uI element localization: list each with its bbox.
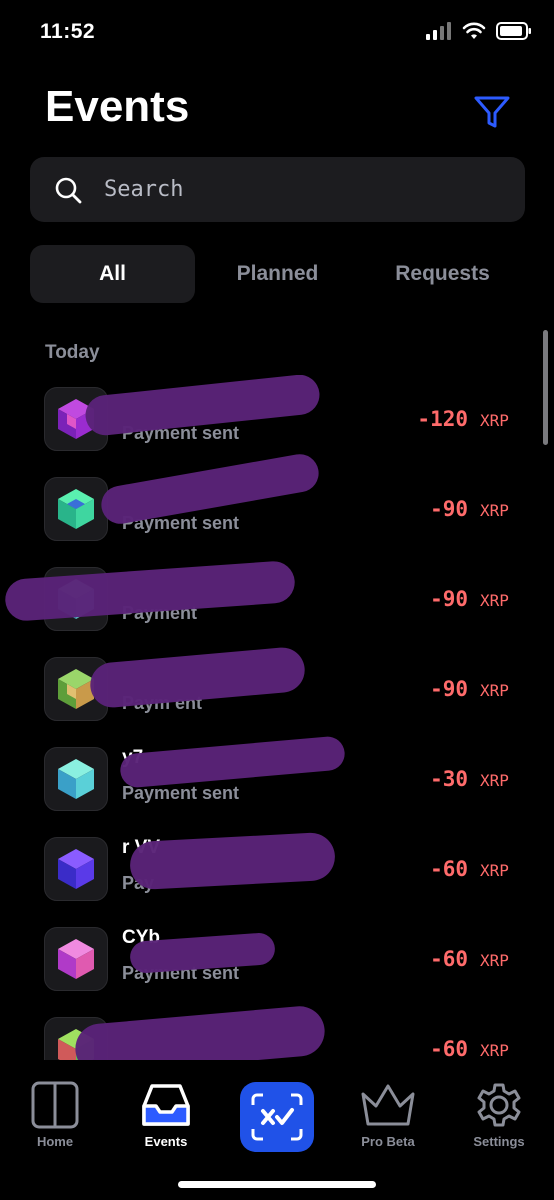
- search-input[interactable]: Search: [30, 157, 525, 222]
- list-item[interactable]: CYb Payment sent -60 XRP: [0, 915, 554, 1005]
- avatar: [44, 837, 108, 901]
- event-list[interactable]: Payment sent -120 XRP Payment sent -90 X…: [0, 375, 554, 1060]
- nav-events-label: Events: [144, 1134, 188, 1149]
- event-tabs: All Planned Requests: [30, 245, 525, 303]
- nav-settings-label: Settings: [473, 1134, 525, 1149]
- battery-icon: [496, 22, 531, 40]
- scan-button[interactable]: [240, 1082, 314, 1152]
- crown-icon: [361, 1084, 415, 1126]
- filter-icon: [474, 96, 510, 128]
- home-icon: [31, 1081, 79, 1129]
- search-placeholder: Search: [104, 177, 184, 202]
- cyan-cube-icon: [58, 759, 94, 799]
- event-currency: XRP: [480, 411, 509, 430]
- scan-check-icon: [251, 1093, 303, 1141]
- event-currency: XRP: [480, 591, 509, 610]
- event-amount: -120: [417, 407, 468, 431]
- nav-events[interactable]: Events: [116, 1080, 216, 1149]
- event-amount: -60: [430, 857, 468, 881]
- wifi-icon: [462, 22, 486, 39]
- inbox-icon: [142, 1084, 190, 1126]
- nav-settings[interactable]: Settings: [449, 1080, 549, 1149]
- status-time: 11:52: [40, 20, 96, 43]
- nav-pro-beta-label: Pro Beta: [361, 1134, 415, 1149]
- event-amount: -90: [430, 497, 468, 521]
- event-currency: XRP: [480, 951, 509, 970]
- bottom-nav: Home Events Pro Beta Settings: [0, 1062, 554, 1200]
- avatar: [44, 477, 108, 541]
- event-currency: XRP: [480, 1041, 509, 1060]
- cellular-signal-icon: [426, 22, 451, 40]
- event-currency: XRP: [480, 501, 509, 520]
- status-bar: 11:52: [0, 0, 554, 70]
- nav-home[interactable]: Home: [5, 1080, 105, 1149]
- indigo-cube-icon: [58, 849, 94, 889]
- event-amount: -60: [430, 1037, 468, 1060]
- gear-icon: [477, 1083, 521, 1127]
- event-amount: -90: [430, 677, 468, 701]
- tab-requests[interactable]: Requests: [360, 245, 525, 303]
- filter-button[interactable]: [472, 92, 512, 132]
- page-title: Events: [45, 82, 190, 131]
- green-cube-icon: [58, 489, 94, 529]
- tab-all[interactable]: All: [30, 245, 195, 303]
- nav-pro-beta[interactable]: Pro Beta: [338, 1080, 438, 1149]
- avatar: [44, 927, 108, 991]
- nav-home-label: Home: [36, 1134, 74, 1149]
- event-amount: -60: [430, 947, 468, 971]
- event-currency: XRP: [480, 681, 509, 700]
- pink-cube-icon: [58, 939, 94, 979]
- event-amount: -90: [430, 587, 468, 611]
- event-currency: XRP: [480, 771, 509, 790]
- home-indicator: [178, 1181, 376, 1188]
- status-icons: [426, 22, 532, 40]
- search-icon: [55, 177, 82, 203]
- event-currency: XRP: [480, 861, 509, 880]
- section-header-today: Today: [45, 342, 100, 363]
- avatar: [44, 747, 108, 811]
- tab-planned[interactable]: Planned: [195, 245, 360, 303]
- event-amount: -30: [430, 767, 468, 791]
